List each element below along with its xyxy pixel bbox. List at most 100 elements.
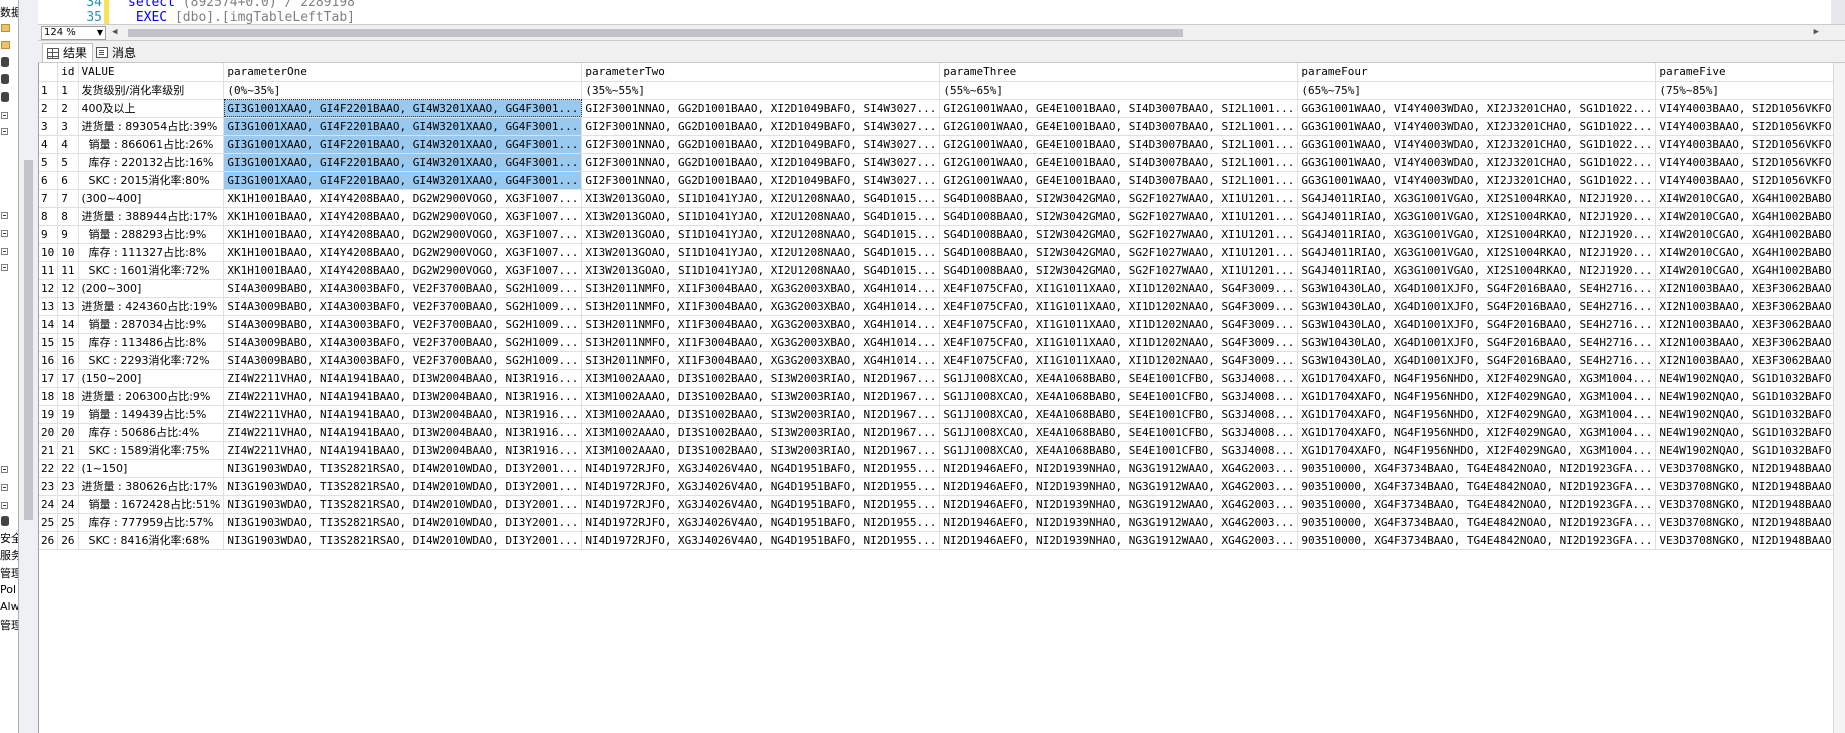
row-number-cell[interactable]: 15 xyxy=(39,333,59,352)
zoom-select[interactable]: 124 % ▼ xyxy=(41,26,106,40)
database-icon[interactable] xyxy=(1,74,9,84)
table-cell[interactable]: 16 xyxy=(57,351,79,370)
table-cell[interactable]: NI4D1972RJFO, XG3J4026V4AO, NG4D1951BAFO… xyxy=(581,495,941,514)
row-number-cell[interactable]: 19 xyxy=(39,405,59,424)
table-cell[interactable]: 903510000, XG4F3734BAAO, TG4E4842NOAO, N… xyxy=(1297,531,1657,550)
row-number-cell[interactable]: 21 xyxy=(39,441,59,460)
table-cell[interactable]: NI2D1946AEFO, NI2D1939NHAO, NG3G1912WAAO… xyxy=(939,459,1299,478)
table-cell[interactable]: SG1J1008XCAO, XE4A1068BABO, SE4E1001CFBO… xyxy=(939,423,1299,442)
scroll-left-icon[interactable]: ◀ xyxy=(112,27,117,37)
table-cell[interactable]: NE4W1902NQAO, SG1D1032BAFO, NG2D1913BAAO… xyxy=(1655,387,1845,406)
table-cell[interactable]: SG4J4011RIAO, XG3G1001VGAO, XI2S1004RKAO… xyxy=(1297,189,1657,208)
table-cell[interactable]: GG3G1001WAAO, VI4Y4003WDAO, XI2J3201CHAO… xyxy=(1297,117,1657,136)
table-cell[interactable]: GI3G1001XAAO, GI4F2201BAAO, GI4W3201XAAO… xyxy=(223,171,583,190)
row-number-cell[interactable]: 2 xyxy=(39,99,59,118)
table-cell[interactable]: NI4D1972RJFO, XG3J4026V4AO, NG4D1951BAFO… xyxy=(581,477,941,496)
column-header-paramefour[interactable]: parameFour xyxy=(1297,63,1657,82)
table-cell[interactable]: SG3W10430LAO, XG4D1001XJFO, SG4F2016BAAO… xyxy=(1297,279,1657,298)
row-number-cell[interactable]: 12 xyxy=(39,279,59,298)
table-row[interactable]: 99 销量 : 288293占比:9% XK1H1001BAAO, XI4Y420… xyxy=(39,225,1845,244)
expand-icon[interactable] xyxy=(1,502,8,509)
table-cell[interactable]: NI3G1903WDAO, TI3S2821RSAO, DI4W2010WDAO… xyxy=(223,495,583,514)
table-cell[interactable]: VE3D3708NGKO, NI2D1948BAAO, 903700000, V… xyxy=(1655,513,1845,532)
table-cell[interactable]: SKC : 1601消化率:72% xyxy=(78,261,225,280)
table-row[interactable]: 66 SKC : 2015消化率:80% GI3G1001XAAO, GI4F22… xyxy=(39,171,1845,190)
table-cell[interactable]: GI2F3001NNAO, GG2D1001BAAO, XI2D1049BAFO… xyxy=(581,171,941,190)
table-cell[interactable]: NI2D1946AEFO, NI2D1939NHAO, NG3G1912WAAO… xyxy=(939,531,1299,550)
table-cell[interactable]: 库存 : 50686占比:4% xyxy=(78,423,225,442)
table-cell[interactable]: SI4A3009BABO, XI4A3003BAFO, VE2F3700BAAO… xyxy=(223,279,583,298)
table-cell[interactable]: (300~400] xyxy=(78,189,225,208)
row-number-cell[interactable]: 3 xyxy=(39,117,59,136)
table-cell[interactable]: SKC : 2293消化率:72% xyxy=(78,351,225,370)
table-cell[interactable]: VE3D3708NGKO, NI2D1948BAAO, 903700000, V… xyxy=(1655,477,1845,496)
table-cell[interactable]: XE4F1075CFAO, XI1G1011XAAO, XI1D1202NAAO… xyxy=(939,333,1299,352)
table-cell[interactable]: 6 xyxy=(57,171,79,190)
folder-icon[interactable] xyxy=(1,24,10,32)
row-number-cell[interactable]: 11 xyxy=(39,261,59,280)
table-cell[interactable]: SG4J4011RIAO, XG3G1001VGAO, XI2S1004RKAO… xyxy=(1297,225,1657,244)
row-number-cell[interactable]: 17 xyxy=(39,369,59,388)
table-cell[interactable]: GI2F3001NNAO, GG2D1001BAAO, XI2D1049BAFO… xyxy=(581,153,941,172)
table-row[interactable]: 22 22 (1~150] NI3G1903WDAO, TI3S2821RSAO, D… xyxy=(39,459,1845,478)
database-icon[interactable] xyxy=(1,57,9,67)
table-cell[interactable]: SKC : 1589消化率:75% xyxy=(78,441,225,460)
table-cell[interactable]: XI2N1003BAAO, XE3F3062BAAO, SG4W1007WDAO… xyxy=(1655,279,1845,298)
table-cell[interactable]: NE4W1902NQAO, SG1D1032BAFO, NG2D1913BAAO… xyxy=(1655,405,1845,424)
row-number-cell[interactable]: 5 xyxy=(39,153,59,172)
row-number-cell[interactable]: 9 xyxy=(39,225,59,244)
table-cell[interactable]: SG4D1008BAAO, SI2W3042GMAO, SG2F1027WAAO… xyxy=(939,207,1299,226)
table-cell[interactable]: SG3W10430LAO, XG4D1001XJFO, SG4F2016BAAO… xyxy=(1297,297,1657,316)
table-cell[interactable]: SKC : 2015消化率:80% xyxy=(78,171,225,190)
table-cell[interactable]: XG1D1704XAFO, NG4F1956NHDO, XI2F4029NGAO… xyxy=(1297,441,1657,460)
scrollbar-thumb[interactable] xyxy=(24,160,33,520)
table-cell[interactable]: (200~300] xyxy=(78,279,225,298)
table-cell[interactable]: 4 xyxy=(57,135,79,154)
table-cell[interactable]: VE3D3708NGKO, NI2D1948BAAO, 903700000, V… xyxy=(1655,495,1845,514)
table-cell[interactable]: XG1D1704XAFO, NG4F1956NHDO, XI2F4029NGAO… xyxy=(1297,405,1657,424)
explorer-scrollbar[interactable] xyxy=(19,0,38,733)
table-cell[interactable]: 903510000, XG4F3734BAAO, TG4E4842NOAO, N… xyxy=(1297,495,1657,514)
table-cell[interactable]: 9 xyxy=(57,225,79,244)
table-cell[interactable]: XI2N1003BAAO, XE3F3062BAAO, SG4W1007WDAO… xyxy=(1655,315,1845,334)
scroll-right-icon[interactable]: ▶ xyxy=(1814,27,1819,37)
table-cell[interactable]: 进货量 : 206300占比:9% xyxy=(78,387,225,406)
table-cell[interactable]: 10 xyxy=(57,243,79,262)
table-cell[interactable]: GI2G1001WAAO, GE4E1001BAAO, SI4D3007BAAO… xyxy=(939,153,1299,172)
table-cell[interactable]: GI2G1001WAAO, GE4E1001BAAO, SI4D3007BAAO… xyxy=(939,99,1299,118)
table-cell[interactable]: NI2D1946AEFO, NI2D1939NHAO, NG3G1912WAAO… xyxy=(939,477,1299,496)
table-cell[interactable]: 20 xyxy=(57,423,79,442)
row-number-cell[interactable]: 8 xyxy=(39,207,59,226)
table-cell[interactable]: 26 xyxy=(57,531,79,550)
table-cell[interactable]: 17 xyxy=(57,369,79,388)
expand-icon[interactable] xyxy=(1,112,8,119)
database-icon[interactable] xyxy=(1,516,9,526)
table-cell[interactable]: XK1H1001BAAO, XI4Y4208BAAO, DG2W2900VOGO… xyxy=(223,243,583,262)
table-cell[interactable]: XE4F1075CFAO, XI1G1011XAAO, XI1D1202NAAO… xyxy=(939,351,1299,370)
folder-icon[interactable] xyxy=(1,41,10,49)
table-cell[interactable]: 销量 : 1672428占比:51% xyxy=(78,495,225,514)
expand-icon[interactable] xyxy=(1,484,8,491)
table-cell[interactable]: SKC : 8416消化率:68% xyxy=(78,531,225,550)
table-cell[interactable]: NI4D1972RJFO, XG3J4026V4AO, NG4D1951BAFO… xyxy=(581,459,941,478)
expand-icon[interactable] xyxy=(1,264,8,271)
table-cell[interactable]: 销量 : 149439占比:5% xyxy=(78,405,225,424)
expand-icon[interactable] xyxy=(1,212,8,219)
table-cell[interactable]: XK1H1001BAAO, XI4Y4208BAAO, DG2W2900VOGO… xyxy=(223,189,583,208)
table-cell[interactable]: XI3M1002AAAO, DI3S1002BAAO, SI3W2003RIAO… xyxy=(581,441,941,460)
table-cell[interactable]: XI3M1002AAAO, DI3S1002BAAO, SI3W2003RIAO… xyxy=(581,369,941,388)
table-cell[interactable]: SI4A3009BABO, XI4A3003BAFO, VE2F3700BAAO… xyxy=(223,351,583,370)
table-cell[interactable]: 21 xyxy=(57,441,79,460)
row-number-cell[interactable]: 25 xyxy=(39,513,59,532)
table-cell[interactable]: XI4W2010CGAO, XG4H1002BABO, XG4E2209BAAO… xyxy=(1655,261,1845,280)
table-cell[interactable]: 11 xyxy=(57,261,79,280)
row-number-cell[interactable]: 23 xyxy=(39,477,59,496)
expand-icon[interactable] xyxy=(1,128,8,135)
row-number-cell[interactable]: 26 xyxy=(39,531,59,550)
table-cell[interactable]: (35%~55%] xyxy=(581,81,941,100)
table-cell[interactable]: XI4W2010CGAO, XG4H1002BABO, XG4E2209BAAO… xyxy=(1655,189,1845,208)
table-cell[interactable]: VE3D3708NGKO, NI2D1948BAAO, 903700000, V… xyxy=(1655,531,1845,550)
table-row[interactable]: 2 2 400及以上 GI3G1001XAAO, GI4F2201BAAO, GI4W… xyxy=(39,99,1845,118)
table-cell[interactable]: XK1H1001BAAO, XI4Y4208BAAO, DG2W2900VOGO… xyxy=(223,225,583,244)
table-cell[interactable]: SG1J1008XCAO, XE4A1068BABO, SE4E1001CFBO… xyxy=(939,369,1299,388)
